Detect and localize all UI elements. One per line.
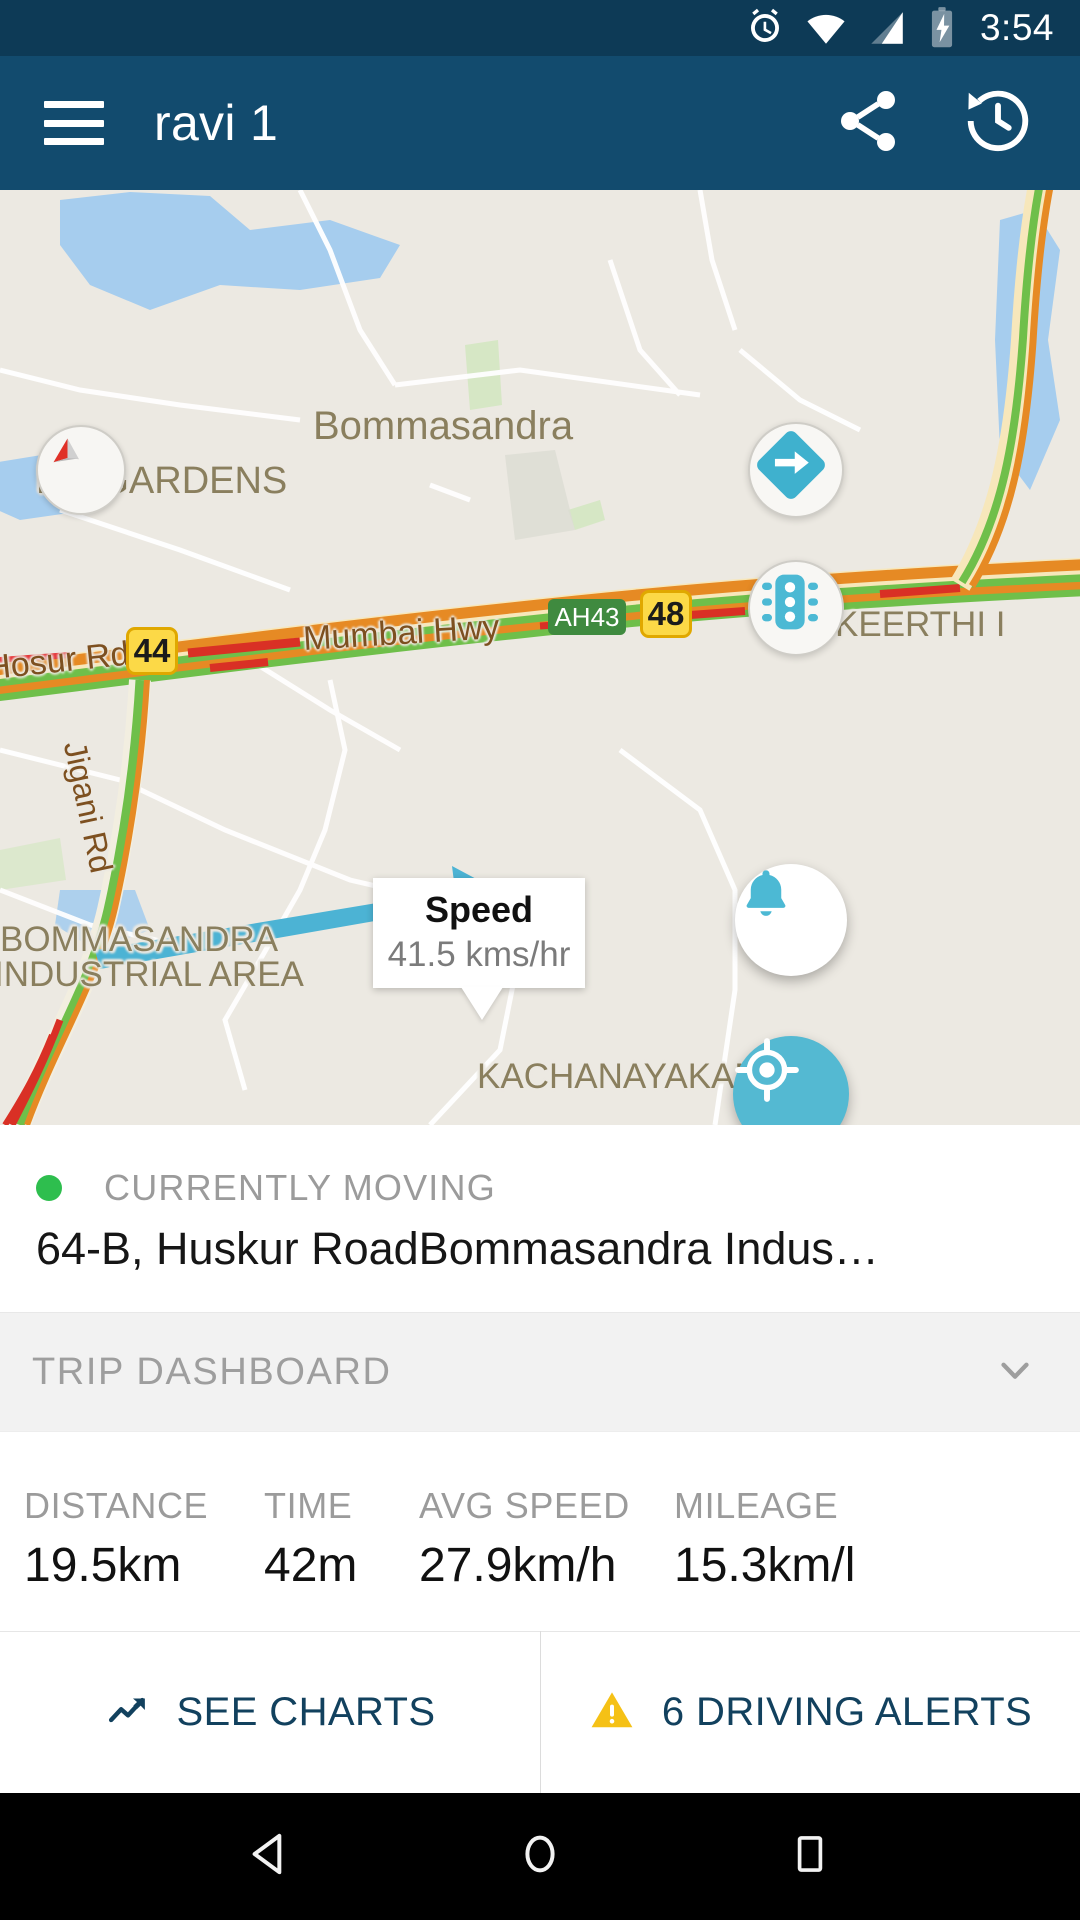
stat-value: 42m bbox=[264, 1539, 358, 1592]
warning-triangle-icon bbox=[588, 1686, 636, 1739]
trending-up-chart-icon bbox=[105, 1687, 151, 1738]
app-root: 3:54 ravi 1 Bommasandra RS GARDENS BOMMA… bbox=[0, 0, 1080, 1920]
alarm-icon bbox=[744, 7, 786, 49]
trip-stats-row: DISTANCE 19.5km TIME 42m AVG SPEED 27.9k… bbox=[0, 1431, 1080, 1631]
map-compass-button[interactable] bbox=[36, 425, 126, 515]
status-label: CURRENTLY MOVING bbox=[104, 1167, 496, 1208]
traffic-layer-button[interactable] bbox=[748, 560, 844, 656]
android-back-button[interactable] bbox=[170, 1793, 370, 1920]
stat-distance: DISTANCE 19.5km bbox=[24, 1432, 264, 1593]
share-icon bbox=[832, 85, 904, 162]
stat-label: MILEAGE bbox=[674, 1485, 839, 1526]
app-bar: ravi 1 bbox=[0, 56, 1080, 190]
action-divider bbox=[540, 1631, 541, 1793]
status-time: 3:54 bbox=[979, 7, 1054, 48]
android-navigation-bar bbox=[0, 1793, 1080, 1920]
android-home-button[interactable] bbox=[440, 1793, 640, 1920]
stat-label: DISTANCE bbox=[24, 1485, 209, 1526]
android-recents-button[interactable] bbox=[710, 1793, 910, 1920]
wifi-icon bbox=[804, 7, 848, 49]
map-graphics bbox=[0, 190, 1080, 1125]
driving-alerts-button[interactable]: 6 DRIVING ALERTS bbox=[540, 1632, 1080, 1793]
driving-alerts-label: 6 DRIVING ALERTS bbox=[661, 1690, 1033, 1734]
hamburger-menu-icon[interactable] bbox=[44, 101, 104, 145]
stat-avg-speed: AVG SPEED 27.9km/h bbox=[419, 1432, 674, 1593]
stat-label: AVG SPEED bbox=[419, 1485, 630, 1526]
status-indicator-dot bbox=[36, 1175, 62, 1201]
see-charts-label: SEE CHARTS bbox=[176, 1690, 436, 1734]
status-bar: 3:54 bbox=[0, 0, 1080, 56]
android-home-icon bbox=[512, 1826, 568, 1887]
history-button[interactable] bbox=[950, 75, 1046, 171]
trip-dashboard-title: TRIP DASHBOARD bbox=[32, 1350, 392, 1393]
page-title: ravi 1 bbox=[154, 95, 279, 151]
see-charts-button[interactable]: SEE CHARTS bbox=[0, 1632, 540, 1793]
status-row: CURRENTLY MOVING bbox=[0, 1125, 1080, 1209]
history-icon bbox=[959, 82, 1037, 165]
directions-button[interactable] bbox=[748, 422, 844, 518]
stat-mileage: MILEAGE 15.3km/l bbox=[674, 1432, 954, 1593]
chevron-down-icon[interactable] bbox=[990, 1345, 1040, 1400]
stat-value: 15.3km/l bbox=[674, 1539, 856, 1592]
stat-value: 27.9km/h bbox=[419, 1539, 617, 1592]
android-recents-icon bbox=[784, 1828, 836, 1885]
stat-time: TIME 42m bbox=[264, 1432, 419, 1593]
current-address: 64-B, Huskur RoadBommasandra Indus… bbox=[36, 1223, 879, 1274]
vehicle-status-panel[interactable]: CURRENTLY MOVING 64-B, Huskur RoadBommas… bbox=[0, 1125, 1080, 1310]
battery-charging-icon bbox=[926, 6, 958, 50]
android-back-icon bbox=[242, 1826, 298, 1887]
stat-value: 19.5km bbox=[24, 1539, 182, 1592]
trip-dashboard-header[interactable]: TRIP DASHBOARD bbox=[0, 1312, 1080, 1431]
stat-label: TIME bbox=[264, 1485, 353, 1526]
alerts-fab-button[interactable] bbox=[735, 864, 847, 976]
map-view[interactable]: Bommasandra RS GARDENS BOMMASANDRA INDUS… bbox=[0, 190, 1080, 1125]
app-bar-actions bbox=[820, 75, 1046, 171]
share-button[interactable] bbox=[820, 75, 916, 171]
signal-icon bbox=[866, 7, 908, 49]
